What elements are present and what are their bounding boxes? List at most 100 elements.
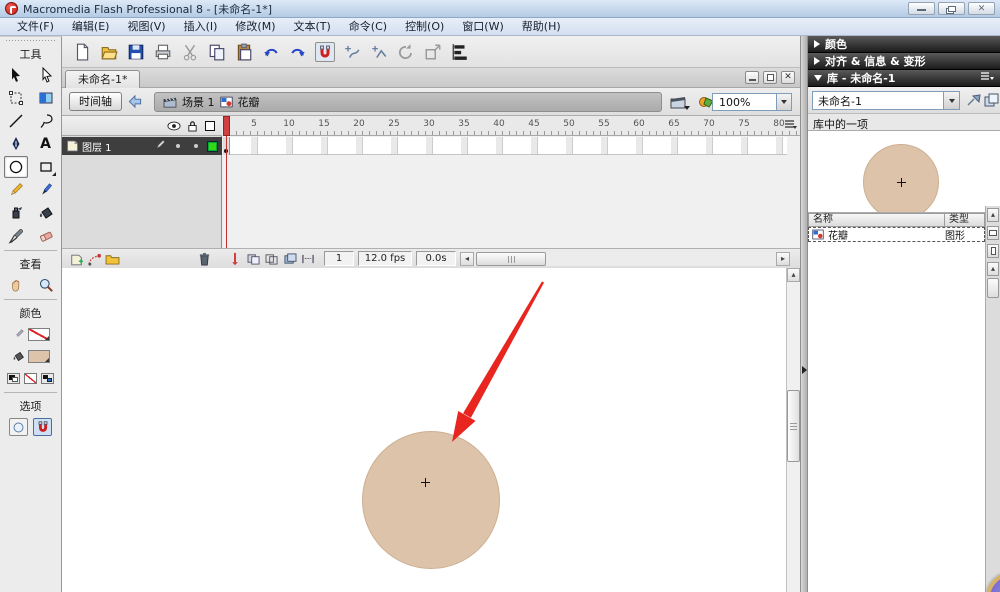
align-icon[interactable] xyxy=(450,42,470,62)
gradient-transform-tool-icon[interactable] xyxy=(34,87,58,109)
onion-skin-outlines-icon[interactable] xyxy=(263,251,280,267)
lasso-tool-icon[interactable] xyxy=(34,110,58,132)
redo-icon[interactable] xyxy=(288,42,308,62)
scale-icon[interactable] xyxy=(423,42,443,62)
menu-window[interactable]: 窗口(W) xyxy=(453,18,512,35)
rectangle-tool-icon[interactable] xyxy=(34,156,58,178)
menu-file[interactable]: 文件(F) xyxy=(8,18,63,35)
onion-skin-icon[interactable] xyxy=(245,251,262,267)
brush-tool-icon[interactable] xyxy=(34,179,58,201)
doc-minimize-button[interactable] xyxy=(745,71,759,84)
layer-visible-dot-icon[interactable] xyxy=(176,144,180,148)
paint-bucket-tool-icon[interactable] xyxy=(34,202,58,224)
rotate-icon[interactable] xyxy=(396,42,416,62)
zoom-tool-icon[interactable] xyxy=(34,274,58,296)
copy-icon[interactable] xyxy=(207,42,227,62)
default-colors-icon[interactable] xyxy=(7,372,20,384)
outline-layers-icon[interactable] xyxy=(202,119,218,133)
scroll-left-icon[interactable]: ◂ xyxy=(460,252,474,266)
frame-ruler[interactable]: 5 10 15 20 25 30 35 40 45 50 55 60 65 70… xyxy=(223,116,800,136)
undo-icon[interactable] xyxy=(261,42,281,62)
narrow-library-view-icon[interactable] xyxy=(987,244,999,258)
wide-library-view-icon[interactable] xyxy=(987,226,999,240)
cut-icon[interactable] xyxy=(180,42,200,62)
layer-row[interactable]: 图层 1 xyxy=(62,137,222,155)
library-scroll-thumb[interactable] xyxy=(987,278,999,298)
free-transform-tool-icon[interactable] xyxy=(4,87,28,109)
stage[interactable]: ▴ xyxy=(62,268,800,592)
playhead[interactable] xyxy=(223,116,230,136)
smooth-icon[interactable] xyxy=(342,42,362,62)
align-info-transform-panel-header[interactable]: 对齐 & 信息 & 变形 xyxy=(808,53,1000,70)
new-library-window-icon[interactable] xyxy=(984,93,1000,108)
menu-view[interactable]: 视图(V) xyxy=(118,18,174,35)
menu-commands[interactable]: 命令(C) xyxy=(340,18,396,35)
stroke-color-swatch[interactable] xyxy=(27,327,50,341)
library-document-dropdown-icon[interactable] xyxy=(943,92,959,109)
color-panel-header[interactable]: 颜色 xyxy=(808,36,1000,53)
straighten-icon[interactable] xyxy=(369,42,389,62)
panel-divider[interactable] xyxy=(800,36,808,592)
frame-rate-indicator[interactable]: 12.0 fps xyxy=(358,251,412,266)
breadcrumb-symbol[interactable]: 花瓣 xyxy=(238,94,260,110)
type-column-header[interactable]: 类型 xyxy=(945,213,985,227)
stage-vertical-scrollbar[interactable]: ▴ xyxy=(786,268,800,592)
menu-edit[interactable]: 编辑(E) xyxy=(63,18,119,35)
edit-multiple-frames-icon[interactable] xyxy=(281,251,298,267)
library-document-select[interactable]: 未命名-1 xyxy=(812,91,960,110)
edit-scene-button[interactable] xyxy=(668,93,690,111)
paste-icon[interactable] xyxy=(234,42,254,62)
text-tool-icon[interactable]: A xyxy=(34,133,58,155)
eyedropper-tool-icon[interactable] xyxy=(4,225,28,247)
close-button[interactable]: ✕ xyxy=(968,2,995,15)
print-icon[interactable] xyxy=(153,42,173,62)
new-document-icon[interactable] xyxy=(72,42,92,62)
breadcrumb-scene[interactable]: 场景 1 xyxy=(182,94,215,110)
stage-scroll-thumb[interactable] xyxy=(787,390,800,462)
scroll-right-icon[interactable]: ▸ xyxy=(776,252,790,266)
lock-layers-icon[interactable] xyxy=(184,119,200,133)
show-hide-layers-icon[interactable] xyxy=(166,119,182,133)
zoom-level-combo[interactable]: 100% xyxy=(712,93,792,111)
zoom-dropdown-button[interactable] xyxy=(776,94,791,110)
object-drawing-option-icon[interactable] xyxy=(9,418,28,436)
scroll-up-small-icon[interactable]: ▴ xyxy=(987,262,999,276)
layer-lock-dot-icon[interactable] xyxy=(194,144,198,148)
library-list-empty-area[interactable] xyxy=(808,242,985,592)
document-tab[interactable]: 未命名-1* xyxy=(65,70,141,88)
doc-restore-button[interactable] xyxy=(763,71,777,84)
pen-tool-icon[interactable] xyxy=(4,133,28,155)
doc-close-button[interactable]: ✕ xyxy=(781,71,795,84)
menu-modify[interactable]: 修改(M) xyxy=(226,18,284,35)
save-icon[interactable] xyxy=(126,42,146,62)
restore-button[interactable] xyxy=(938,2,965,15)
snap-option-icon[interactable] xyxy=(33,418,52,436)
snap-to-objects-icon[interactable] xyxy=(315,41,335,62)
menu-control[interactable]: 控制(O) xyxy=(396,18,453,35)
menu-insert[interactable]: 插入(I) xyxy=(175,18,227,35)
name-column-header[interactable]: 名称 xyxy=(808,213,945,227)
timeline-toggle-button[interactable]: 时间轴 xyxy=(69,92,122,111)
minimize-button[interactable] xyxy=(908,2,935,15)
pencil-tool-icon[interactable] xyxy=(4,179,28,201)
eraser-tool-icon[interactable] xyxy=(34,225,58,247)
layer-name[interactable]: 图层 1 xyxy=(82,139,112,154)
petal-circle-shape[interactable] xyxy=(362,431,500,569)
back-arrow-icon[interactable] xyxy=(126,93,144,110)
library-item-row[interactable]: 花瓣 图形 xyxy=(808,227,985,242)
add-motion-guide-icon[interactable] xyxy=(86,251,103,267)
menu-text[interactable]: 文本(T) xyxy=(284,18,339,35)
line-tool-icon[interactable] xyxy=(4,110,28,132)
menu-help[interactable]: 帮助(H) xyxy=(513,18,570,35)
layer-frames-row[interactable] xyxy=(223,137,787,155)
scroll-up-icon[interactable]: ▴ xyxy=(787,268,800,282)
layer-outline-color-swatch[interactable] xyxy=(208,141,217,151)
no-color-icon[interactable] xyxy=(24,372,37,384)
pin-library-icon[interactable] xyxy=(966,93,983,108)
panel-grip[interactable] xyxy=(6,39,55,43)
library-panel-header[interactable]: 库 - 未命名-1 xyxy=(808,70,1000,87)
swap-colors-icon[interactable] xyxy=(41,372,54,384)
fill-color-swatch[interactable] xyxy=(27,349,50,363)
oval-tool-icon[interactable] xyxy=(3,156,28,178)
timeline-scroll-thumb[interactable] xyxy=(476,252,546,266)
